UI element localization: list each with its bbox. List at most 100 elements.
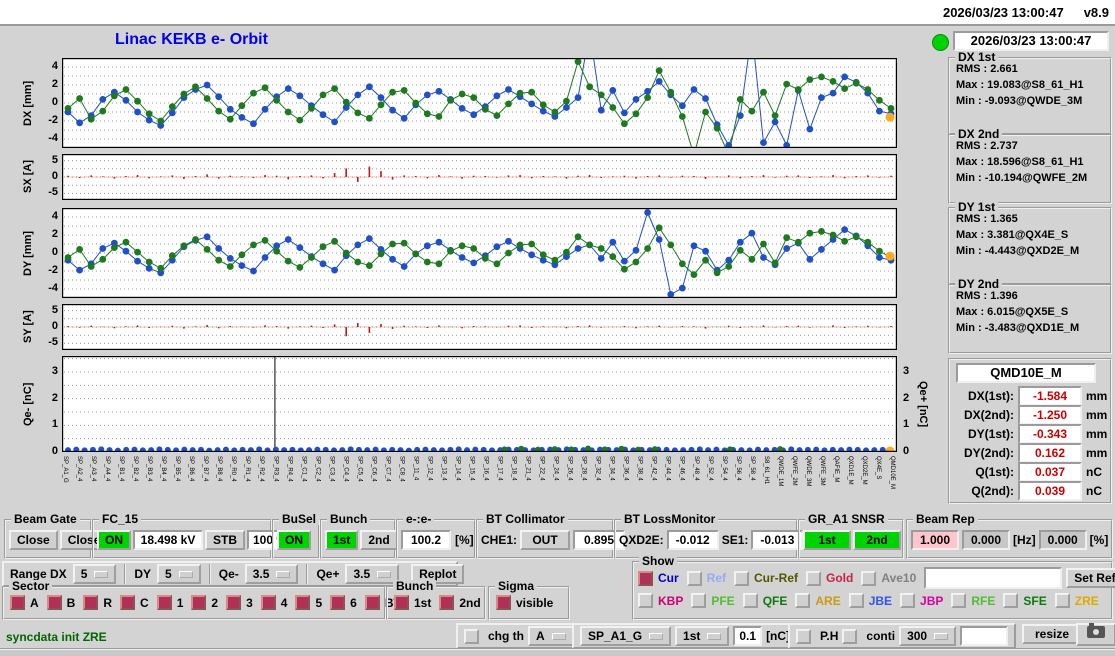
sector-checkbox-b[interactable]: B <box>46 595 75 610</box>
checkbox-box[interactable] <box>260 595 276 610</box>
checkbox-box[interactable] <box>742 593 758 608</box>
x-axis-label: SP_R1_4 <box>244 456 251 482</box>
ee-ratio-unit: [%] <box>455 533 474 547</box>
conti-checkbox[interactable] <box>842 628 858 644</box>
x-axis-label: SP_R0_4 <box>230 456 237 482</box>
show-group: Show Cur Ref Cur-Ref Gold Ave10 Set Ref KBP P… <box>632 555 1115 620</box>
checkbox-box[interactable] <box>806 570 822 586</box>
show-are-checkbox[interactable]: ARE <box>795 593 841 608</box>
conti-label: conti <box>866 629 896 643</box>
sector-checkbox-2[interactable]: 2 <box>191 595 218 610</box>
range-qeminus-select[interactable]: 3.5 <box>244 564 299 584</box>
show-zre-checkbox[interactable]: ZRE <box>1054 593 1099 608</box>
checkbox-box[interactable] <box>120 595 136 610</box>
sector-checkbox-3[interactable]: 3 <box>226 595 253 610</box>
show-ref-checkbox[interactable]: Ref <box>686 570 726 586</box>
bunch-1st-button[interactable]: 1st <box>325 530 359 550</box>
checkbox-box[interactable] <box>330 595 346 610</box>
checkbox-box[interactable] <box>686 570 702 586</box>
bunch-order-select[interactable]: 1st <box>675 626 730 646</box>
range-dx-select[interactable]: 5 <box>72 564 117 584</box>
gr-a1-2nd-button[interactable]: 2nd <box>853 530 901 550</box>
checkbox-box[interactable] <box>295 595 311 610</box>
show-gold-checkbox[interactable]: Gold <box>806 570 853 586</box>
che1-out-button[interactable]: OUT <box>520 530 571 550</box>
show-sfe-checkbox[interactable]: SFE <box>1003 593 1047 608</box>
show-pfe-checkbox[interactable]: PFE <box>691 593 735 608</box>
checkbox-box[interactable] <box>191 595 207 610</box>
sector-checkbox-r[interactable]: R <box>83 595 112 610</box>
beam-rep-hz-unit: [Hz] <box>1013 533 1036 547</box>
checkbox-box[interactable] <box>861 570 877 586</box>
checkbox-box[interactable] <box>951 593 967 608</box>
checkbox-box[interactable] <box>156 595 172 610</box>
checkbox-box[interactable] <box>496 595 511 610</box>
bunch-select-title: Bunch <box>393 580 437 592</box>
count-select[interactable]: 300 <box>899 626 957 646</box>
sigma-visible-checkbox[interactable]: visible <box>496 595 553 610</box>
sector-checkbox-a[interactable]: A <box>10 595 39 610</box>
checkbox-label: Ave10 <box>881 571 917 585</box>
checkbox-box[interactable] <box>1054 593 1070 608</box>
sector-checkbox-c[interactable]: C <box>120 595 149 610</box>
show-qfe-checkbox[interactable]: QFE <box>742 593 788 608</box>
sector-checkbox-6[interactable]: 6 <box>330 595 357 610</box>
checkbox-box[interactable] <box>734 570 750 586</box>
bunch-2nd-button[interactable]: 2nd <box>360 530 398 550</box>
checkbox-box[interactable] <box>638 570 653 586</box>
checkbox-box[interactable] <box>83 595 99 610</box>
show-jbe-checkbox[interactable]: JBE <box>848 593 892 608</box>
checkbox-box[interactable] <box>691 593 707 608</box>
monitor-row-unit: mm <box>1086 389 1108 403</box>
th-sector-select[interactable]: A <box>528 626 574 646</box>
dx-1st-min: Min : -9.093@QWDE_3M <box>956 95 1083 107</box>
checkbox-box[interactable] <box>364 595 380 610</box>
checkbox-label: QFE <box>762 593 788 608</box>
x-axis-label: SP_R3_4 <box>272 456 279 482</box>
fc15-stb-button[interactable]: STB <box>205 530 245 550</box>
beam-gate-close-button-1[interactable]: Close <box>9 530 58 550</box>
set-ref-button[interactable]: Set Ref <box>1066 568 1115 588</box>
ref-name-input[interactable] <box>924 567 1063 589</box>
threshold-field[interactable]: 0.1 <box>733 626 763 646</box>
sector-checkbox-1[interactable]: 1 <box>156 595 183 610</box>
show-cur-ref-checkbox[interactable]: Cur-Ref <box>734 570 798 586</box>
checkbox-box[interactable] <box>226 595 242 610</box>
show-cur-checkbox[interactable]: Cur <box>638 570 679 586</box>
x-axis-label: SP_A4_4 <box>104 456 111 482</box>
ph-checkbox[interactable] <box>796 628 811 644</box>
checkbox-box[interactable] <box>1003 593 1019 608</box>
range-dy-select[interactable]: 5 <box>157 564 201 584</box>
show-ave10-checkbox[interactable]: Ave10 <box>861 570 917 586</box>
spare-field[interactable] <box>960 626 1008 646</box>
checkbox-box[interactable] <box>900 593 916 608</box>
checkbox-box[interactable] <box>46 595 62 610</box>
checkbox-box[interactable] <box>439 595 455 610</box>
dx-2nd-rms: RMS : 2.737 <box>956 140 1018 152</box>
bunch-checkbox-2nd[interactable]: 2nd <box>439 595 481 610</box>
chg-th-checkbox[interactable] <box>464 628 479 644</box>
bunch-checkbox-1st[interactable]: 1st <box>394 595 431 610</box>
show-kbp-checkbox[interactable]: KBP <box>638 593 683 608</box>
beam-rep-title: Beam Rep <box>913 513 978 525</box>
checkbox-box[interactable] <box>795 593 811 608</box>
gr-a1-1st-button[interactable]: 1st <box>803 530 851 550</box>
resize-button[interactable]: resize <box>1022 624 1082 644</box>
bunch-group: Bunch 1st 2nd <box>320 513 398 559</box>
show-jbp-checkbox[interactable]: JBP <box>900 593 943 608</box>
show-rfe-checkbox[interactable]: RFE <box>951 593 995 608</box>
checkbox-box[interactable] <box>638 593 653 608</box>
fc15-kv-field: 18.498 kV <box>133 530 203 550</box>
checkbox-box[interactable] <box>394 595 409 610</box>
monitor-row-value: -1.584 <box>1018 386 1082 406</box>
busel-on-button[interactable]: ON <box>277 530 311 550</box>
x-axis-label: QWDE_1M <box>776 456 783 487</box>
checkbox-box[interactable] <box>848 593 864 608</box>
sector-checkbox-5[interactable]: 5 <box>295 595 322 610</box>
checkbox-box[interactable] <box>10 595 25 610</box>
bpm-select[interactable]: SP_A1_G <box>580 626 672 646</box>
snapshot-button[interactable] <box>1076 623 1115 646</box>
sector-checkbox-4[interactable]: 4 <box>260 595 287 610</box>
range-qeplus-select[interactable]: 3.5 <box>345 564 400 584</box>
fc15-on-button[interactable]: ON <box>97 530 131 550</box>
